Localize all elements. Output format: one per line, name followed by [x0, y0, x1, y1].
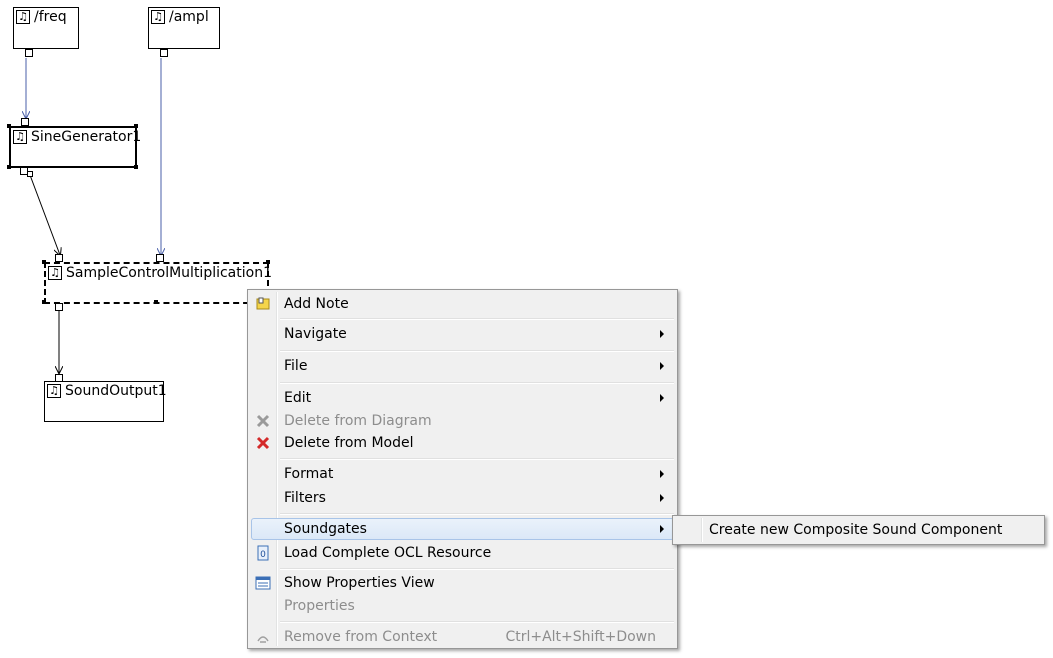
menu-item-show-properties-view[interactable]: Show Properties View	[251, 572, 674, 594]
submenu-arrow-icon	[660, 470, 664, 478]
menu-item-create-composite[interactable]: Create new Composite Sound Component	[676, 519, 1041, 541]
menu-separator	[280, 513, 674, 515]
menu-item-edit[interactable]: Edit	[251, 387, 674, 409]
menu-item-delete-from-diagram[interactable]: Delete from Diagram	[251, 410, 674, 432]
music-note-icon: ♫	[13, 130, 27, 144]
music-note-icon: ♫	[16, 10, 30, 24]
submenu-arrow-icon	[660, 362, 664, 370]
shortcut-label: Ctrl+Alt+Shift+Down	[505, 629, 656, 645]
node-sound-output[interactable]: ♫ SoundOutput1	[44, 381, 167, 422]
music-note-icon: ♫	[48, 266, 62, 280]
menu-separator	[280, 568, 674, 570]
delete-red-icon	[256, 436, 270, 450]
selection-handle[interactable]	[154, 300, 158, 304]
menu-separator	[280, 318, 674, 320]
node-mult-input-port-1[interactable]	[55, 254, 63, 262]
remove-context-icon	[257, 636, 269, 643]
svg-text:0: 0	[260, 550, 266, 560]
menu-separator	[280, 350, 674, 352]
delete-gray-icon	[256, 414, 270, 428]
node-sine-output-port-2[interactable]	[27, 171, 33, 177]
selection-handle[interactable]	[7, 165, 11, 169]
node-freq[interactable]: ♫ /freq	[13, 7, 79, 49]
menu-item-soundgates[interactable]: Soundgates	[251, 518, 674, 540]
selection-handle[interactable]	[42, 260, 46, 264]
node-ampl-label: /ampl	[169, 9, 209, 25]
menu-item-delete-from-model[interactable]: Delete from Model	[251, 432, 674, 454]
node-sample-control-multiplication[interactable]: ♫ SampleControlMultiplication1	[44, 262, 272, 304]
music-note-icon: ♫	[47, 384, 61, 398]
node-out-label: SoundOutput1	[65, 383, 167, 399]
submenu-arrow-icon	[660, 394, 664, 402]
selection-handle[interactable]	[134, 165, 138, 169]
node-sine-label: SineGenerator1	[31, 129, 142, 145]
properties-view-icon	[255, 576, 271, 590]
selection-handle[interactable]	[7, 124, 11, 128]
soundgates-submenu: Create new Composite Sound Component	[672, 515, 1045, 545]
node-mult-label: SampleControlMultiplication1	[66, 265, 272, 281]
menu-separator	[280, 458, 674, 460]
menu-separator	[280, 382, 674, 384]
menu-item-filters[interactable]: Filters	[251, 487, 674, 509]
node-ampl[interactable]: ♫ /ampl	[148, 7, 220, 49]
node-mult-output-port[interactable]	[55, 303, 63, 311]
selection-handle[interactable]	[42, 300, 46, 304]
music-note-icon: ♫	[151, 10, 165, 24]
menu-item-properties[interactable]: Properties	[251, 595, 674, 617]
node-freq-label: /freq	[34, 9, 67, 25]
node-sine-generator[interactable]: ♫ SineGenerator1	[9, 126, 141, 168]
menu-separator	[280, 621, 674, 623]
menu-item-remove-from-context[interactable]: Remove from Context Ctrl+Alt+Shift+Down	[251, 626, 674, 648]
menu-item-navigate[interactable]: Navigate	[251, 323, 674, 345]
menu-item-load-ocl[interactable]: 0 Load Complete OCL Resource	[251, 542, 674, 564]
ocl-resource-icon: 0	[257, 545, 269, 561]
menu-item-file[interactable]: File	[251, 355, 674, 377]
menu-item-format[interactable]: Format	[251, 463, 674, 485]
selection-handle[interactable]	[134, 124, 138, 128]
node-sine-input-port[interactable]	[21, 118, 29, 126]
node-mult-input-port-2[interactable]	[156, 254, 164, 262]
node-freq-output-port[interactable]	[25, 49, 33, 57]
node-ampl-output-port[interactable]	[160, 49, 168, 57]
submenu-arrow-icon	[660, 525, 664, 533]
connection-sine-mult[interactable]	[29, 174, 60, 255]
submenu-arrow-icon	[660, 494, 664, 502]
note-icon	[256, 297, 270, 310]
submenu-arrow-icon	[660, 330, 664, 338]
menu-item-add-note[interactable]: Add Note	[251, 293, 674, 315]
selection-handle[interactable]	[266, 260, 270, 264]
context-menu: Add Note Navigate File Edit Delete from …	[247, 289, 678, 649]
